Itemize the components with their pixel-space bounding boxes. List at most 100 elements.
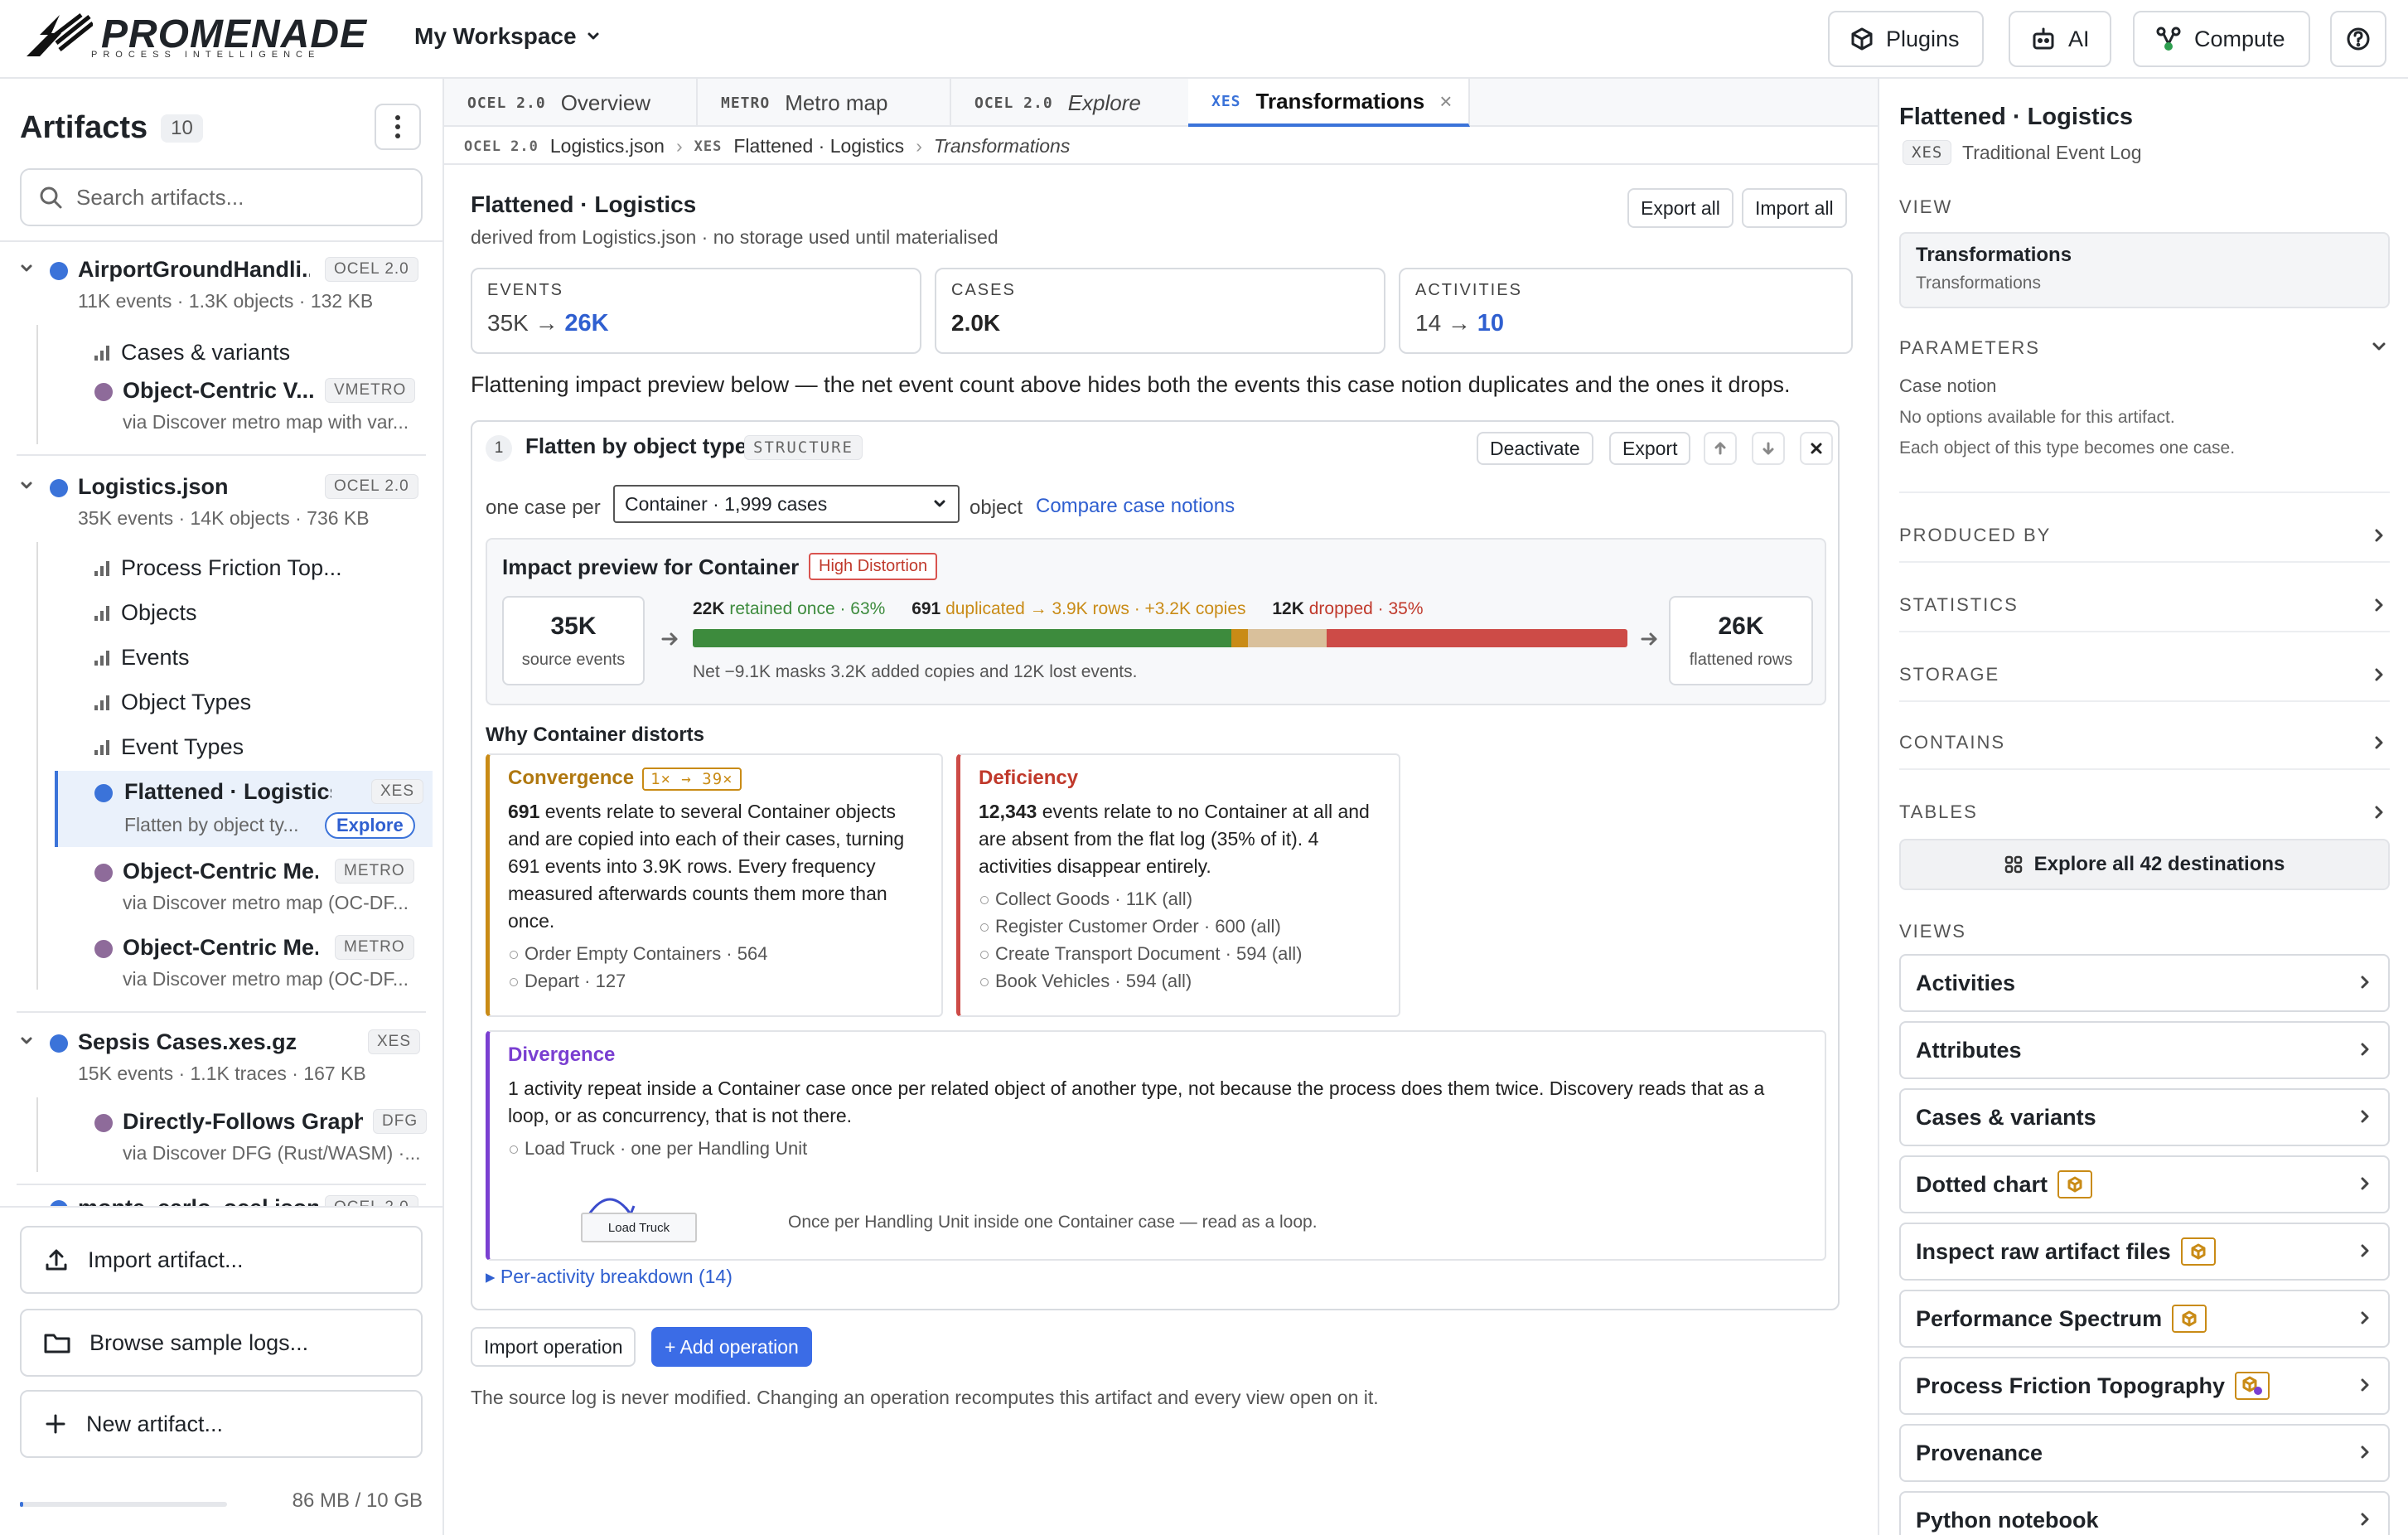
import-operation-button[interactable]: Import operation: [471, 1327, 636, 1367]
add-operation-button[interactable]: + Add operation: [651, 1327, 812, 1367]
loop-activity-node: Load Truck: [581, 1213, 697, 1242]
compute-button[interactable]: Compute: [2133, 11, 2310, 67]
browse-samples-button[interactable]: Browse sample logs...: [20, 1309, 423, 1377]
view-inspect-raw-files-button[interactable]: Inspect raw artifact files: [1899, 1223, 2390, 1281]
artifact-meta: 35K events · 14K objects · 736 KB: [78, 507, 370, 529]
explore-all-destinations-button[interactable]: Explore all 42 destinations: [1899, 839, 2390, 890]
close-tab-icon[interactable]: ×: [1439, 89, 1452, 114]
sidebar-item-objects[interactable]: Objects: [94, 600, 197, 626]
sidebar-item-process-friction[interactable]: Process Friction Top...: [94, 555, 342, 581]
convergence-badge: 1× → 39×: [642, 768, 742, 791]
ai-button[interactable]: AI: [2009, 11, 2111, 67]
plugins-button[interactable]: Plugins: [1828, 11, 1984, 67]
impact-bar-segment-copies: [1248, 629, 1327, 647]
convergence-card: Convergence 1× → 39× 691 events relate to…: [486, 753, 943, 1017]
sidebar-item-events[interactable]: Events: [94, 645, 190, 671]
artifact-airport[interactable]: AirportGroundHandli... OCEL 2.0 11K even…: [0, 242, 442, 327]
search-icon: [40, 186, 62, 209]
current-view-card[interactable]: Transformations Transformations: [1899, 232, 2390, 308]
artifact-object-centric-vmetro[interactable]: Object-Centric V... VMETRO via Discover …: [0, 373, 442, 448]
storage-usage-text: 86 MB / 10 GB: [292, 1489, 423, 1512]
workspace-label: My Workspace: [414, 23, 577, 49]
tab-overview[interactable]: OCEL 2.0 Overview: [444, 79, 698, 127]
item-label: Process Friction Top...: [121, 555, 342, 580]
artifact-monte-carlo[interactable]: monte_carlo_ocel.json OCEL 2.0: [0, 1190, 442, 1206]
artifact-flattened-logistics[interactable]: Flattened · Logistics XES Flatten by obj…: [55, 771, 433, 847]
contains-section[interactable]: CONTAINS: [1899, 732, 2005, 753]
tables-section[interactable]: TABLES: [1899, 801, 1978, 823]
view-activities-button[interactable]: Activities: [1899, 954, 2390, 1012]
artifact-search-input[interactable]: Search artifacts...: [20, 168, 423, 226]
explore-pill-button[interactable]: Explore: [325, 812, 415, 839]
stat-label: ACTIVITIES: [1415, 281, 1522, 299]
move-up-button[interactable]: [1704, 432, 1737, 465]
artifact-object-centric-metro-1[interactable]: Object-Centric Me... METRO via Discover …: [0, 854, 442, 928]
parameters-section-toggle[interactable]: PARAMETERS: [1899, 337, 2040, 359]
view-python-notebook-button[interactable]: Python notebook: [1899, 1491, 2390, 1535]
sidebar-more-button[interactable]: [375, 104, 421, 150]
view-dotted-chart-button[interactable]: Dotted chart: [1899, 1155, 2390, 1213]
workspace-selector[interactable]: My Workspace: [414, 23, 602, 50]
tab-metro-map[interactable]: METRO Metro map: [698, 79, 951, 127]
view-provenance-button[interactable]: Provenance: [1899, 1424, 2390, 1482]
convergence-body: events relate to several Container objec…: [508, 801, 905, 932]
view-performance-spectrum-button[interactable]: Performance Spectrum: [1899, 1290, 2390, 1348]
breadcrumb-item[interactable]: Flattened · Logistics: [733, 135, 904, 157]
view-tabs: OCEL 2.0 Overview METRO Metro map OCEL 2…: [444, 79, 1878, 127]
export-operation-button[interactable]: Export: [1609, 432, 1691, 465]
export-all-button[interactable]: Export all: [1627, 188, 1733, 228]
storage-section[interactable]: STORAGE: [1899, 664, 1999, 685]
stat-from: 14: [1415, 310, 1442, 336]
footer-note: The source log is never modified. Changi…: [471, 1387, 1379, 1408]
help-button[interactable]: [2330, 11, 2386, 67]
import-all-button[interactable]: Import all: [1742, 188, 1847, 228]
chevron-right-icon: [2361, 1043, 2369, 1056]
tab-label: Overview: [560, 90, 651, 115]
list-item: Register Customer Order · 600 (all): [979, 913, 1380, 940]
per-activity-breakdown-toggle[interactable]: ▸ Per-activity breakdown (14): [486, 1266, 733, 1288]
move-down-button[interactable]: [1752, 432, 1785, 465]
item-label: Object Types: [121, 690, 252, 714]
arrow-up-icon: [1714, 442, 1726, 455]
tab-transformations[interactable]: XES Transformations ×: [1188, 79, 1470, 127]
dropped-count: 12K: [1272, 599, 1304, 618]
chevron-down-icon[interactable]: [2370, 337, 2388, 356]
case-notion-select[interactable]: Container · 1,999 cases: [613, 485, 960, 523]
view-section-label: VIEW: [1899, 196, 1953, 217]
bar-chart-icon: [94, 560, 109, 576]
artifact-dfg[interactable]: Directly-Follows Graph DFG via Discover …: [0, 1104, 442, 1179]
artifact-meta: via Discover metro map with var...: [123, 411, 409, 433]
view-attributes-button[interactable]: Attributes: [1899, 1021, 2390, 1079]
compare-case-notions-link[interactable]: Compare case notions: [1036, 495, 1235, 518]
breadcrumb-item[interactable]: Logistics.json: [550, 135, 665, 157]
sidebar-item-event-types[interactable]: Event Types: [94, 734, 244, 760]
bar-chart-icon: [94, 605, 109, 621]
artifact-object-centric-metro-2[interactable]: Object-Centric Me... METRO via Discover …: [0, 930, 442, 1005]
sidebar-item-object-types[interactable]: Object Types: [94, 690, 251, 715]
artifact-type-badge: XES: [368, 1029, 421, 1054]
artifact-details-panel: Flattened · Logistics XES Traditional Ev…: [1878, 79, 2408, 1535]
view-cases-variants-button[interactable]: Cases & variants: [1899, 1088, 2390, 1146]
bar-chart-icon: [94, 695, 109, 710]
remove-operation-button[interactable]: [1800, 432, 1833, 465]
view-process-friction-button[interactable]: Process Friction Topography: [1899, 1357, 2390, 1415]
view-label: Attributes: [1916, 1037, 2022, 1063]
top-header: PROMENADE PROCESS INTELLIGENCE My Worksp…: [0, 0, 2408, 79]
artifact-type-badge: METRO: [335, 935, 414, 960]
artifact-logistics[interactable]: Logistics.json OCEL 2.0 35K events · 14K…: [0, 459, 442, 544]
statistics-section[interactable]: STATISTICS: [1899, 594, 2019, 616]
sidebar-title-text: Artifacts: [20, 110, 148, 145]
produced-by-section[interactable]: PRODUCED BY: [1899, 525, 2051, 546]
tab-explore[interactable]: OCEL 2.0 Explore: [951, 79, 1197, 127]
sidebar-item-cases-variants[interactable]: Cases & variants: [94, 340, 290, 366]
chevron-right-icon: [2361, 1311, 2369, 1324]
page-subtitle: derived from Logistics.json · no storage…: [471, 226, 998, 248]
breadcrumb-separator-icon: ›: [916, 135, 922, 157]
tab-type-tag: OCEL 2.0: [974, 94, 1053, 112]
tab-label: Explore: [1067, 90, 1141, 115]
import-artifact-button[interactable]: Import artifact...: [20, 1226, 423, 1294]
deactivate-button[interactable]: Deactivate: [1477, 432, 1593, 465]
artifact-sepsis[interactable]: Sepsis Cases.xes.gz XES 15K events · 1.1…: [0, 1014, 442, 1099]
new-artifact-button[interactable]: New artifact...: [20, 1390, 423, 1458]
current-view-title: Transformations: [1916, 244, 2072, 266]
